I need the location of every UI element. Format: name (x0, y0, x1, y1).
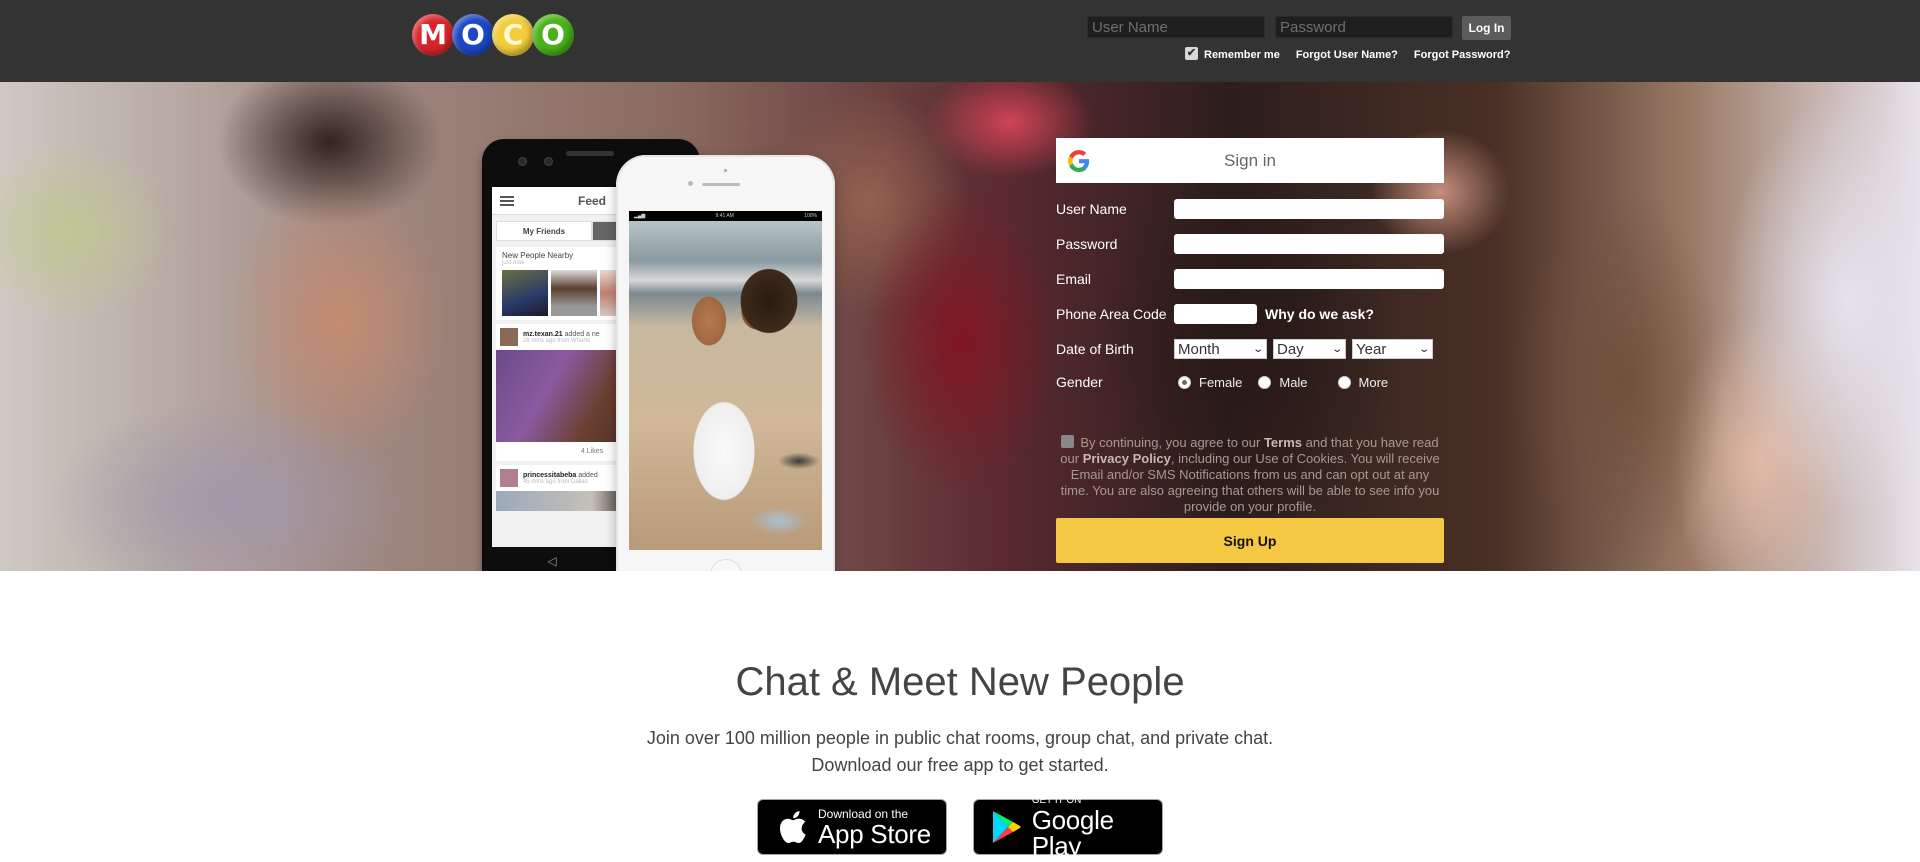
post-user: mz.texan.21 (523, 330, 563, 338)
phone-camera (518, 157, 527, 166)
password-label: Password (1056, 236, 1118, 252)
gender-female-radio[interactable] (1178, 375, 1191, 389)
day-select[interactable]: Day ⌄ (1273, 339, 1346, 359)
chevron-down-icon: ⌄ (1417, 343, 1430, 355)
month-select[interactable]: Month ⌄ (1174, 339, 1267, 359)
phone-area-code-label: Phone Area Code (1056, 306, 1167, 322)
app-store-big-text: App Store (818, 818, 931, 849)
gender-label: Gender (1056, 374, 1103, 390)
moco-logo[interactable]: M O C O (412, 14, 574, 60)
beach-photo (629, 221, 822, 550)
signup-password-input[interactable] (1174, 234, 1444, 254)
post-user: princessitabeba (523, 471, 577, 479)
phone-row: Phone Area Code Why do we ask? (1056, 304, 1374, 324)
phone-speaker (566, 151, 614, 156)
login-password-input[interactable] (1275, 16, 1453, 38)
phone-camera (688, 181, 693, 186)
gender-female-label[interactable]: Female (1199, 375, 1242, 390)
year-select[interactable]: Year ⌄ (1352, 339, 1433, 359)
login-options: ✔ Remember me Forgot User Name? Forgot P… (1185, 46, 1511, 61)
avatar (500, 469, 518, 487)
logo-ball-o2: O (532, 14, 574, 56)
post-time: 28 mins ago from Wharto (523, 337, 591, 344)
subline-1: Join over 100 million people in public c… (646, 728, 1274, 748)
feed-title: Feed (578, 193, 607, 208)
google-play-big-text: Google Play (1031, 804, 1114, 861)
signal-icon: ▂▄▆ (634, 213, 646, 219)
app-store-button[interactable]: Download on the App Store (757, 799, 947, 855)
gender-more-label[interactable]: More (1359, 375, 1389, 390)
app-store-small-text: Download on the (818, 806, 909, 821)
remember-me-label[interactable]: Remember me (1204, 49, 1280, 61)
chevron-down-icon: ⌄ (1330, 343, 1343, 355)
why-do-we-ask-link[interactable]: Why do we ask? (1265, 306, 1374, 322)
gender-male-radio[interactable] (1258, 375, 1272, 389)
person-thumbnail (551, 270, 597, 316)
iphone-home-button (710, 559, 742, 571)
hamburger-menu-icon (500, 195, 514, 206)
battery-level: 100% (804, 213, 817, 219)
logo-ball-c: C (492, 14, 534, 56)
password-row: Password (1056, 234, 1444, 254)
iphone-screen: ▂▄▆ 9:41 AM 100% (629, 211, 822, 550)
logo-ball-m: M (412, 14, 454, 56)
google-sign-in-label: Sign in (1224, 150, 1276, 170)
phone-speaker (702, 183, 740, 186)
post-action: added a ne (564, 330, 600, 338)
forgot-username-link[interactable]: Forgot User Name? (1296, 49, 1398, 61)
email-label: Email (1056, 271, 1092, 287)
forgot-password-link[interactable]: Forgot Password? (1414, 49, 1511, 61)
email-row: Email (1056, 269, 1444, 289)
phone-area-code-input[interactable] (1174, 304, 1257, 324)
signup-email-input[interactable] (1174, 269, 1444, 289)
back-icon: ◁ (547, 554, 557, 568)
terms-link[interactable]: Terms (1264, 435, 1302, 450)
page-subheadline: Join over 100 million people in public c… (0, 725, 1920, 779)
chevron-down-icon: ⌄ (1251, 343, 1264, 355)
page-headline: Chat & Meet New People (735, 660, 1185, 704)
remember-me-checkbox[interactable]: ✔ (1185, 46, 1198, 60)
logo-ball-o: O (452, 14, 494, 56)
sign-up-button[interactable]: Sign Up (1056, 518, 1444, 563)
gender-radio-group: Female Male More (1178, 375, 1404, 390)
terms-checkbox[interactable] (1061, 435, 1075, 448)
privacy-policy-link[interactable]: Privacy Policy (1083, 451, 1171, 466)
dob-label: Date of Birth (1056, 341, 1134, 357)
post-action: added (578, 471, 598, 479)
login-username-input[interactable] (1087, 16, 1265, 38)
username-row: User Name (1056, 199, 1444, 219)
gender-more-radio[interactable] (1337, 375, 1351, 389)
gender-male-label[interactable]: Male (1279, 375, 1307, 390)
person-thumbnail (502, 270, 548, 316)
apple-icon (772, 809, 812, 845)
username-label: User Name (1056, 201, 1127, 217)
gender-row: Gender Female Male More (1056, 374, 1404, 390)
google-play-small-text: GET IT ON (1031, 794, 1082, 806)
google-sign-in-button[interactable]: Sign in (1056, 138, 1444, 183)
hero-banner: Feed My Friends Near Me New People Nearb… (0, 82, 1920, 571)
subline-2: Download our free app to get started. (811, 755, 1109, 775)
avatar (500, 328, 518, 346)
top-bar: M O C O Log In ✔ Remember me Forgot User… (0, 0, 1920, 82)
iphone-mockup: ▂▄▆ 9:41 AM 100% (616, 155, 835, 571)
post-time: 45 mins ago from Dallas (523, 478, 588, 485)
signup-username-input[interactable] (1174, 199, 1444, 219)
phone-sensor (724, 169, 727, 172)
status-time: 9:41 AM (715, 213, 734, 219)
tab-my-friends: My Friends (496, 221, 592, 241)
terms-text: By continuing, you agree to our Terms an… (1060, 435, 1440, 514)
iphone-status-bar: ▂▄▆ 9:41 AM 100% (629, 211, 822, 221)
google-play-button[interactable]: GET IT ON Google Play (973, 794, 1163, 859)
login-button[interactable]: Log In (1462, 16, 1511, 40)
google-g-icon (1068, 150, 1090, 172)
google-play-icon (988, 810, 1026, 844)
dob-row: Date of Birth Month ⌄ Day ⌄ Year ⌄ (1056, 339, 1439, 359)
phone-sensor (544, 157, 553, 166)
